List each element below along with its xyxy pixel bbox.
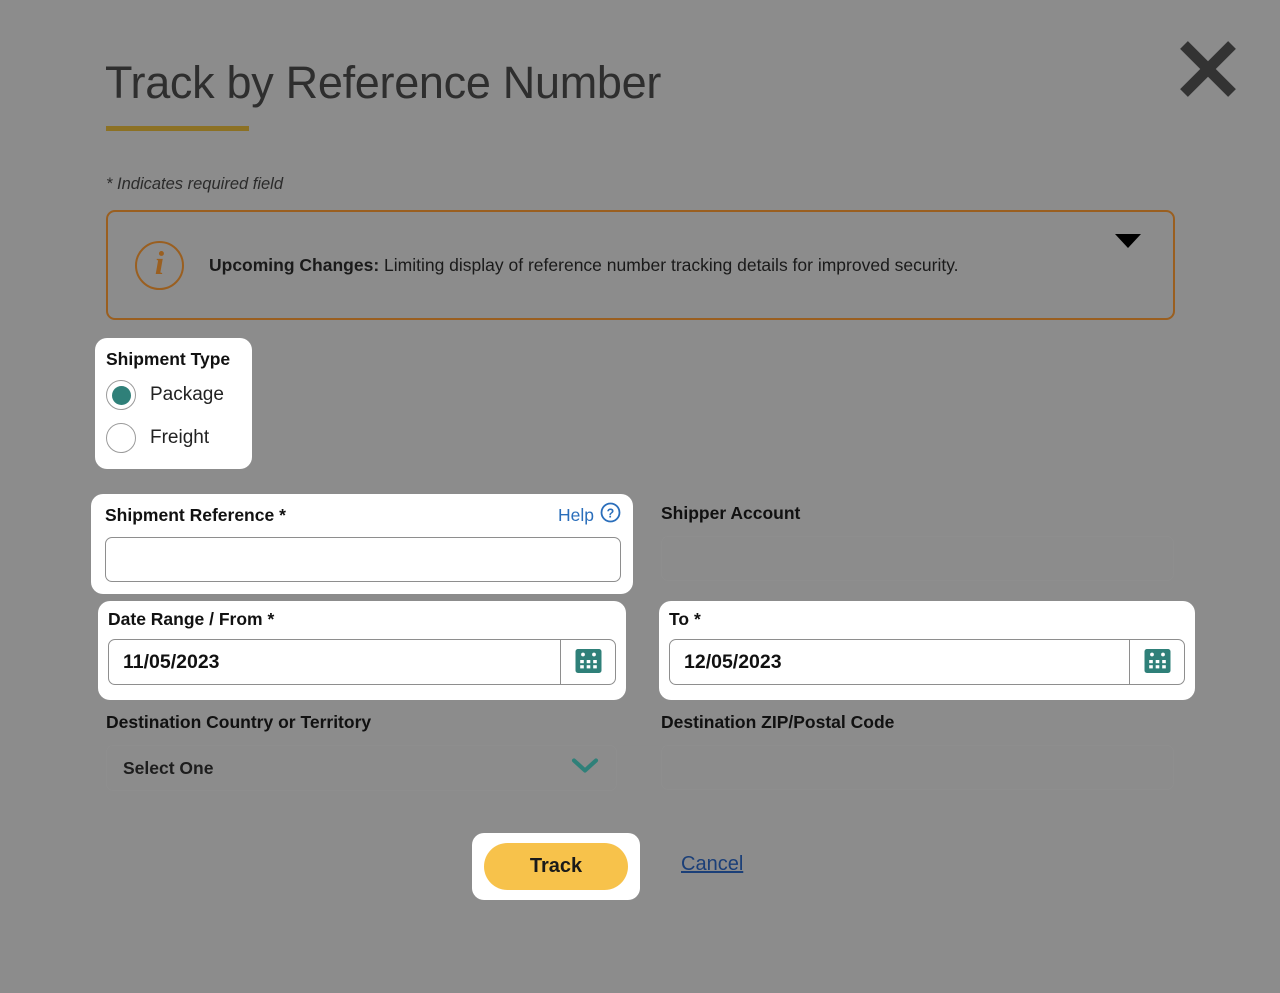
caret-down-icon[interactable] [1115,234,1141,248]
destination-zip-group: Destination ZIP/Postal Code [661,712,1174,790]
date-to-group: To * [659,601,1195,700]
destination-zip-label: Destination ZIP/Postal Code [661,712,1174,733]
help-link-label: Help [558,505,594,526]
radio-freight-icon [106,423,136,453]
shipment-reference-group: Shipment Reference * Help ? [91,494,633,594]
close-icon [1176,38,1240,100]
date-to-input[interactable] [670,640,1129,684]
svg-text:?: ? [607,506,615,520]
date-from-calendar-button[interactable] [560,640,615,684]
radio-package-label: Package [150,384,224,406]
banner-message-prefix: Upcoming Changes: [209,255,379,275]
date-from-input[interactable] [109,640,560,684]
page-title: Track by Reference Number [105,58,661,108]
title-accent-underline [106,126,249,131]
destination-zip-input[interactable] [661,745,1174,790]
chevron-down-icon [570,756,600,781]
calendar-icon [1143,646,1172,678]
shipper-account-label: Shipper Account [661,503,1174,524]
required-field-note: * Indicates required field [106,175,283,194]
radio-freight-label: Freight [150,427,209,449]
calendar-icon [574,646,603,678]
date-to-input-wrap [669,639,1185,685]
track-button-focus-ring: Track [472,833,640,900]
question-circle-icon: ? [600,502,621,528]
shipper-account-input[interactable] [661,536,1174,581]
date-from-group: Date Range / From * [98,601,626,700]
shipment-type-legend: Shipment Type [106,349,252,370]
radio-option-package[interactable]: Package [106,380,252,410]
shipment-reference-label: Shipment Reference * [105,505,286,526]
destination-country-select[interactable]: Select One [106,745,617,791]
upcoming-changes-banner: i Upcoming Changes: Limiting display of … [106,210,1175,320]
cancel-link[interactable]: Cancel [681,853,743,876]
banner-message: Upcoming Changes: Limiting display of re… [209,254,1115,277]
info-icon: i [135,241,184,290]
radio-option-freight[interactable]: Freight [106,423,252,453]
destination-country-group: Destination Country or Territory Select … [106,712,617,791]
destination-country-label: Destination Country or Territory [106,712,371,732]
date-from-input-wrap [108,639,616,685]
banner-message-body: Limiting display of reference number tra… [379,255,958,275]
date-to-label: To * [669,609,701,629]
radio-selected-dot [112,386,131,405]
date-from-label: Date Range / From * [108,609,274,629]
shipper-account-group: Shipper Account [661,503,1174,581]
shipment-type-group: Shipment Type Package Freight [95,338,252,469]
destination-country-value: Select One [123,758,213,779]
close-dialog-button[interactable] [1176,38,1240,100]
radio-package-icon [106,380,136,410]
date-to-calendar-button[interactable] [1129,640,1184,684]
help-link[interactable]: Help ? [558,502,621,528]
shipment-reference-label-row: Shipment Reference * Help ? [105,502,621,528]
track-by-reference-dialog: Track by Reference Number * Indicates re… [0,0,1280,993]
shipment-reference-input[interactable] [105,537,621,582]
track-button[interactable]: Track [484,843,628,890]
